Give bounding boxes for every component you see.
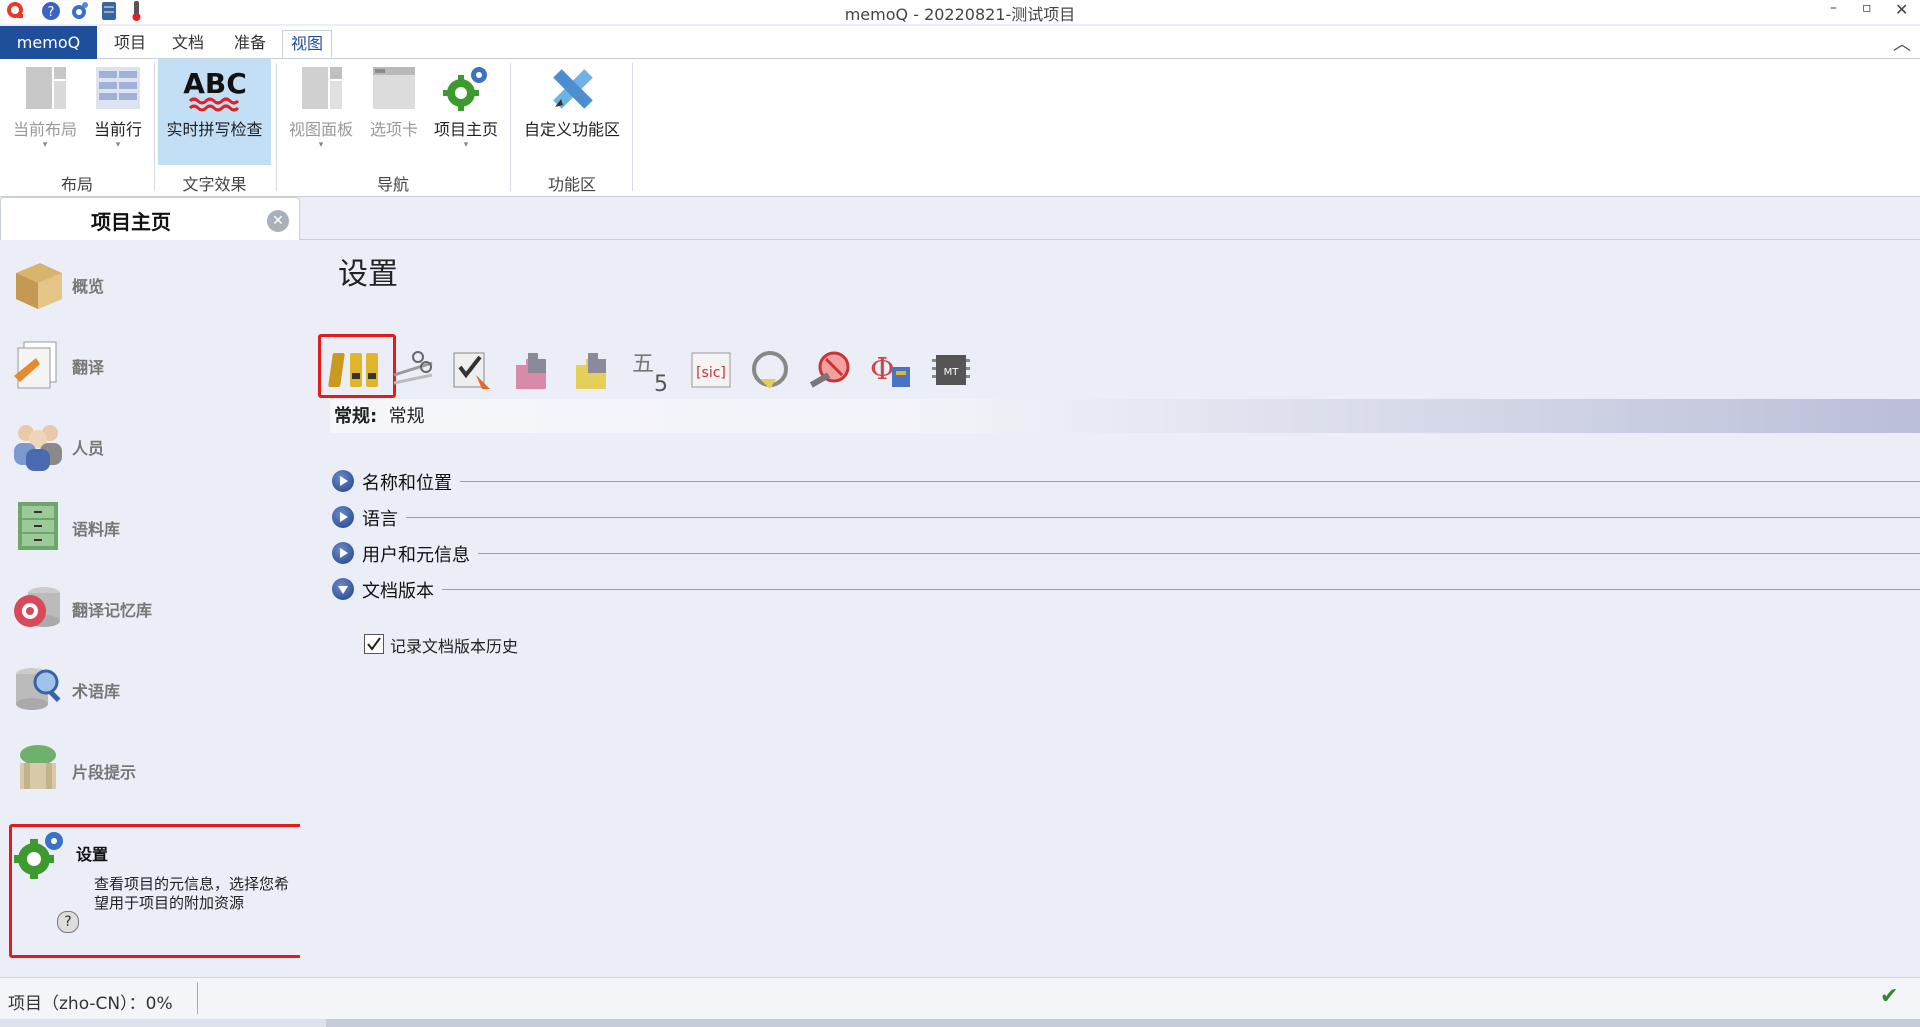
sidebar-item-translation[interactable]: 翻译 bbox=[8, 336, 298, 396]
svg-text:ABC: ABC bbox=[183, 67, 247, 100]
ignore-list-icon[interactable] bbox=[806, 345, 856, 395]
gear-icon bbox=[12, 829, 68, 885]
view-pane-button[interactable]: 视图面板 ▾ bbox=[282, 59, 360, 167]
accordion-document-versions[interactable]: 文档版本 bbox=[330, 575, 1920, 603]
help-circle-icon[interactable]: ? bbox=[57, 911, 79, 933]
sidebar-item-termbase[interactable]: 术语库 bbox=[8, 660, 298, 720]
autocorrect-list-icon[interactable] bbox=[746, 345, 796, 395]
checkbox-label: 记录文档版本历史 bbox=[390, 637, 519, 656]
settings-description: 查看项目的元信息，选择您希望用于项目的附加资源 bbox=[94, 875, 290, 912]
svg-text:MT: MT bbox=[944, 367, 960, 378]
sidebar-item-settings[interactable]: 设置 查看项目的元信息，选择您希望用于项目的附加资源 ? bbox=[9, 824, 308, 958]
ribbon-separator bbox=[276, 63, 277, 191]
accordion-name-location[interactable]: 名称和位置 bbox=[330, 467, 1920, 495]
divider bbox=[300, 239, 1920, 240]
group-label-navigation: 导航 bbox=[376, 175, 409, 194]
qa-settings-icon[interactable] bbox=[446, 345, 496, 395]
expand-arrow-icon[interactable] bbox=[332, 506, 354, 528]
status-bar: 项目（zho-CN）：0% ✔ bbox=[0, 977, 1920, 1020]
scrollbar-thumb[interactable] bbox=[326, 1019, 1920, 1027]
close-icon[interactable]: ✕ bbox=[267, 210, 289, 232]
termbase-icon bbox=[10, 660, 66, 716]
project-home-tab[interactable]: 项目主页 ✕ bbox=[0, 197, 300, 240]
people-icon bbox=[10, 417, 66, 473]
documents-icon bbox=[10, 336, 66, 392]
expand-arrow-icon[interactable] bbox=[332, 470, 354, 492]
mt-settings-icon[interactable]: MT bbox=[926, 345, 976, 395]
ribbon: 当前布局 ▾ 当前行 ▾ ABC 实时拼写检查 视图面板 ▾ 选项卡 项目主页 … bbox=[0, 59, 1920, 197]
sidebar-item-translation-memory[interactable]: 翻译记忆库 bbox=[8, 579, 298, 639]
tab-memoq[interactable]: memoQ bbox=[0, 26, 97, 59]
restore-button[interactable]: ▫ bbox=[1862, 0, 1872, 16]
general-settings-icon[interactable] bbox=[328, 345, 378, 395]
autotranslation-icon[interactable] bbox=[506, 345, 556, 395]
rows-icon bbox=[93, 63, 143, 113]
chevron-down-icon: ▾ bbox=[42, 140, 48, 150]
ribbon-separator bbox=[154, 63, 155, 191]
spell-check-button[interactable]: ABC 实时拼写检查 bbox=[158, 59, 271, 165]
ribbon-separator bbox=[510, 63, 511, 191]
panel-title: 项目主页 bbox=[91, 210, 171, 234]
sidebar-item-corpus[interactable]: 语料库 bbox=[8, 498, 298, 558]
abc-spellcheck-icon: ABC bbox=[180, 63, 250, 113]
keyboard-shortcuts-icon[interactable]: Φ bbox=[866, 345, 916, 395]
section-header-bar bbox=[330, 399, 1920, 433]
tm-database-icon bbox=[10, 579, 66, 635]
svg-text:Φ: Φ bbox=[870, 352, 895, 387]
status-progress-text: 项目（zho-CN）：0% bbox=[8, 994, 173, 1014]
cabinet-icon bbox=[10, 498, 66, 554]
chevron-down-icon: ▾ bbox=[115, 140, 121, 150]
tab-project[interactable]: 项目 bbox=[106, 30, 154, 56]
page-title: 设置 bbox=[338, 257, 398, 292]
collapse-ribbon-button[interactable]: ︿ bbox=[1893, 30, 1911, 56]
project-home-panel: 项目主页 ✕ 概览 翻译 人员 语料库 翻译记忆库 术语库 片段提示 设置 查看… bbox=[0, 197, 308, 977]
chevron-down-icon: ▾ bbox=[463, 140, 469, 150]
current-row-button[interactable]: 当前行 ▾ bbox=[88, 59, 148, 167]
sidebar-item-overview[interactable]: 概览 bbox=[8, 255, 298, 315]
settings-content: 设置 五5 [sic] Φ MT 常规: 常规 名称和位置 语言 用户和元信息 … bbox=[300, 197, 1920, 977]
chevron-down-icon: ▾ bbox=[318, 140, 324, 150]
minimize-button[interactable]: – bbox=[1830, 0, 1837, 16]
accordion-languages[interactable]: 语言 bbox=[330, 503, 1920, 531]
accordion-users-metadata[interactable]: 用户和元信息 bbox=[330, 539, 1920, 567]
ribbon-separator bbox=[632, 63, 633, 191]
pencil-ruler-icon bbox=[547, 63, 597, 113]
project-home-button[interactable]: 项目主页 ▾ bbox=[428, 59, 504, 167]
box-icon bbox=[10, 255, 66, 311]
title-bar: ? memoQ - 20220821-测试项目 – ▫ ✕ bbox=[0, 0, 1920, 24]
tab-view[interactable]: 视图 bbox=[282, 30, 333, 58]
nontranslatables-icon[interactable]: [sic] bbox=[686, 345, 736, 395]
collapse-arrow-icon[interactable] bbox=[332, 578, 354, 600]
segmentation-icon[interactable] bbox=[388, 345, 438, 395]
tab-card-icon bbox=[369, 63, 419, 113]
layout-icon bbox=[20, 63, 70, 113]
gear-icon bbox=[441, 63, 491, 113]
svg-text:5: 5 bbox=[654, 372, 668, 395]
view-pane-icon bbox=[296, 63, 346, 113]
menu-bar: memoQ 项目 文档 准备 视图 ︿ bbox=[0, 26, 1920, 59]
tab-preparation[interactable]: 准备 bbox=[226, 30, 274, 56]
record-version-history-checkbox[interactable] bbox=[364, 634, 384, 654]
group-label-ribbon-area: 功能区 bbox=[547, 175, 596, 194]
svg-text:[sic]: [sic] bbox=[696, 365, 726, 381]
divider bbox=[197, 982, 198, 1014]
sidebar-item-muses[interactable]: 片段提示 bbox=[8, 741, 298, 801]
customize-ribbon-button[interactable]: 自定义功能区 bbox=[518, 59, 626, 167]
tab-card-button[interactable]: 选项卡 bbox=[364, 59, 424, 167]
svg-text:五: 五 bbox=[632, 352, 654, 377]
group-label-text-effects: 文字效果 bbox=[182, 175, 247, 194]
tab-documents[interactable]: 文档 bbox=[164, 30, 212, 56]
current-layout-button[interactable]: 当前布局 ▾ bbox=[6, 59, 84, 167]
autocorrect-icon[interactable] bbox=[566, 345, 616, 395]
group-label-layout: 布局 bbox=[60, 175, 93, 194]
sidebar-item-people[interactable]: 人员 bbox=[8, 417, 298, 477]
section-label: 常规: 常规 bbox=[334, 406, 425, 427]
muse-icon bbox=[10, 741, 66, 797]
close-button[interactable]: ✕ bbox=[1895, 0, 1908, 19]
window-title: memoQ - 20220821-测试项目 bbox=[844, 5, 1076, 24]
checkmark-icon: ✔ bbox=[1880, 984, 1899, 1009]
expand-arrow-icon[interactable] bbox=[332, 542, 354, 564]
font-substitution-icon[interactable]: 五5 bbox=[626, 345, 676, 397]
